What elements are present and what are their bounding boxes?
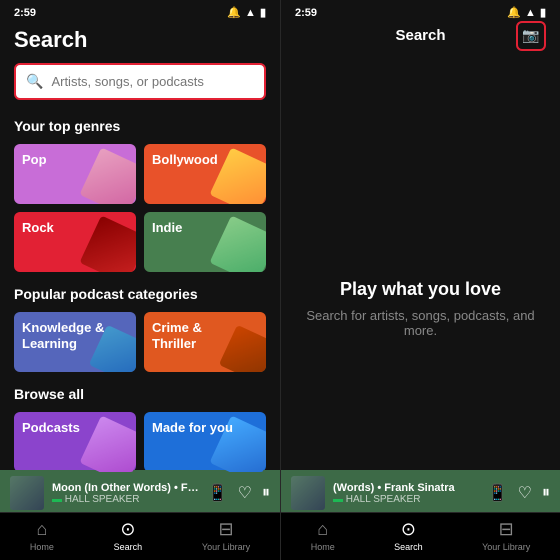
- right-now-playing-info: (Words) • Frank Sinatra ▬ HALL SPEAKER: [333, 482, 480, 505]
- wifi-icon: ▲: [245, 7, 256, 19]
- genre-art-rock: [79, 215, 136, 272]
- heart-icon[interactable]: ♡: [238, 483, 252, 503]
- right-library-label: Your Library: [482, 542, 530, 552]
- right-now-playing-controls: 📱 ♡ ⏸: [488, 483, 550, 503]
- right-bell-icon: 🔔: [507, 6, 521, 19]
- left-panel: 2:59 🔔 ▲ ▮ Search 🔍 Your top genres Pop …: [0, 0, 280, 560]
- browse-label-madeforyou: Made for you: [152, 420, 233, 436]
- play-title: Play what you love: [340, 279, 501, 300]
- browse-card-madeforyou[interactable]: Made for you: [144, 412, 266, 472]
- bell-icon: 🔔: [227, 6, 241, 19]
- genre-card-rock[interactable]: Rock: [14, 212, 136, 272]
- left-nav-search[interactable]: ⊙ Search: [114, 519, 143, 552]
- genre-card-bollywood[interactable]: Bollywood: [144, 144, 266, 204]
- left-status-icons: 🔔 ▲ ▮: [227, 6, 266, 19]
- top-genres-label: Your top genres: [0, 114, 280, 144]
- podcast-card-knowledge[interactable]: Knowledge &Learning: [14, 312, 136, 372]
- search-nav-label: Search: [114, 542, 143, 552]
- right-speaker-icon[interactable]: 📱: [488, 483, 508, 503]
- browse-card-podcasts[interactable]: Podcasts: [14, 412, 136, 472]
- right-nav-home[interactable]: ⌂ Home: [311, 519, 335, 552]
- genre-label-bollywood: Bollywood: [152, 152, 218, 168]
- browse-all-label: Browse all: [0, 382, 280, 412]
- right-home-label: Home: [311, 542, 335, 552]
- genre-card-pop[interactable]: Pop: [14, 144, 136, 204]
- battery-icon: ▮: [260, 6, 266, 19]
- play-subtitle: Search for artists, songs, podcasts, and…: [301, 308, 540, 338]
- pause-icon[interactable]: ⏸: [262, 484, 270, 502]
- right-wifi-icon: ▲: [525, 7, 536, 19]
- search-icon: 🔍: [26, 73, 43, 90]
- genre-art-indie: [209, 215, 266, 272]
- browse-art-podcasts: [79, 415, 136, 472]
- genre-label-pop: Pop: [22, 152, 47, 168]
- podcast-art-crime: [219, 325, 266, 372]
- genre-label-indie: Indie: [152, 220, 182, 236]
- left-status-bar: 2:59 🔔 ▲ ▮: [0, 0, 280, 23]
- genre-card-indie[interactable]: Indie: [144, 212, 266, 272]
- right-header-title: Search: [395, 27, 445, 44]
- page-title: Search: [0, 23, 280, 63]
- search-input[interactable]: [51, 74, 254, 89]
- library-icon: ⊟: [218, 519, 233, 540]
- left-nav-home[interactable]: ⌂ Home: [30, 519, 54, 552]
- right-now-playing-bar[interactable]: (Words) • Frank Sinatra ▬ HALL SPEAKER 📱…: [281, 470, 560, 516]
- right-home-icon: ⌂: [317, 519, 328, 540]
- podcast-card-crime[interactable]: Crime &Thriller: [144, 312, 266, 372]
- right-bottom-nav: ⌂ Home ⊙ Search ⊟ Your Library: [281, 512, 560, 560]
- right-status-bar: 2:59 🔔 ▲ ▮: [281, 0, 560, 23]
- right-now-playing-subtitle: ▬ HALL SPEAKER: [333, 494, 480, 505]
- search-nav-icon: ⊙: [120, 519, 135, 540]
- right-nav-search[interactable]: ⊙ Search: [394, 519, 423, 552]
- genre-art-pop: [79, 147, 136, 204]
- right-status-icons: 🔔 ▲ ▮: [507, 6, 546, 19]
- podcast-categories-label: Popular podcast categories: [0, 282, 280, 312]
- right-panel: 2:59 🔔 ▲ ▮ Search 📷 Play what you love S…: [280, 0, 560, 560]
- camera-button[interactable]: 📷: [516, 21, 546, 51]
- left-now-playing-thumbnail: [10, 476, 44, 510]
- home-label: Home: [30, 542, 54, 552]
- left-now-playing-title: Moon (In Other Words) • Frank: [52, 482, 200, 494]
- podcast-label-knowledge: Knowledge &Learning: [22, 320, 104, 351]
- right-header: Search 📷: [281, 23, 560, 56]
- right-search-nav-label: Search: [394, 542, 423, 552]
- left-now-playing-bar[interactable]: Moon (In Other Words) • Frank ▬ HALL SPE…: [0, 470, 280, 516]
- right-library-icon: ⊟: [499, 519, 514, 540]
- browse-label-podcasts: Podcasts: [22, 420, 80, 436]
- right-pause-icon[interactable]: ⏸: [542, 484, 550, 502]
- podcast-grid: Knowledge &Learning Crime &Thriller: [0, 312, 280, 382]
- right-now-playing-thumbnail: [291, 476, 325, 510]
- camera-icon: 📷: [522, 27, 539, 44]
- left-nav-library[interactable]: ⊟ Your Library: [202, 519, 250, 552]
- left-time: 2:59: [14, 7, 36, 19]
- right-search-nav-icon: ⊙: [401, 519, 416, 540]
- genre-label-rock: Rock: [22, 220, 54, 236]
- speaker-icon[interactable]: 📱: [208, 483, 228, 503]
- podcast-label-crime: Crime &Thriller: [152, 320, 202, 351]
- right-heart-icon[interactable]: ♡: [518, 483, 532, 503]
- left-bottom-nav: ⌂ Home ⊙ Search ⊟ Your Library: [0, 512, 280, 560]
- right-now-playing-title: (Words) • Frank Sinatra: [333, 482, 480, 494]
- home-icon: ⌂: [36, 519, 47, 540]
- left-now-playing-controls: 📱 ♡ ⏸: [208, 483, 270, 503]
- right-battery-icon: ▮: [540, 6, 546, 19]
- library-label: Your Library: [202, 542, 250, 552]
- right-nav-library[interactable]: ⊟ Your Library: [482, 519, 530, 552]
- left-now-playing-info: Moon (In Other Words) • Frank ▬ HALL SPE…: [52, 482, 200, 505]
- left-now-playing-subtitle: ▬ HALL SPEAKER: [52, 494, 200, 505]
- right-time: 2:59: [295, 7, 317, 19]
- top-genres-grid: Pop Bollywood Rock Indie: [0, 144, 280, 282]
- search-bar[interactable]: 🔍: [14, 63, 266, 100]
